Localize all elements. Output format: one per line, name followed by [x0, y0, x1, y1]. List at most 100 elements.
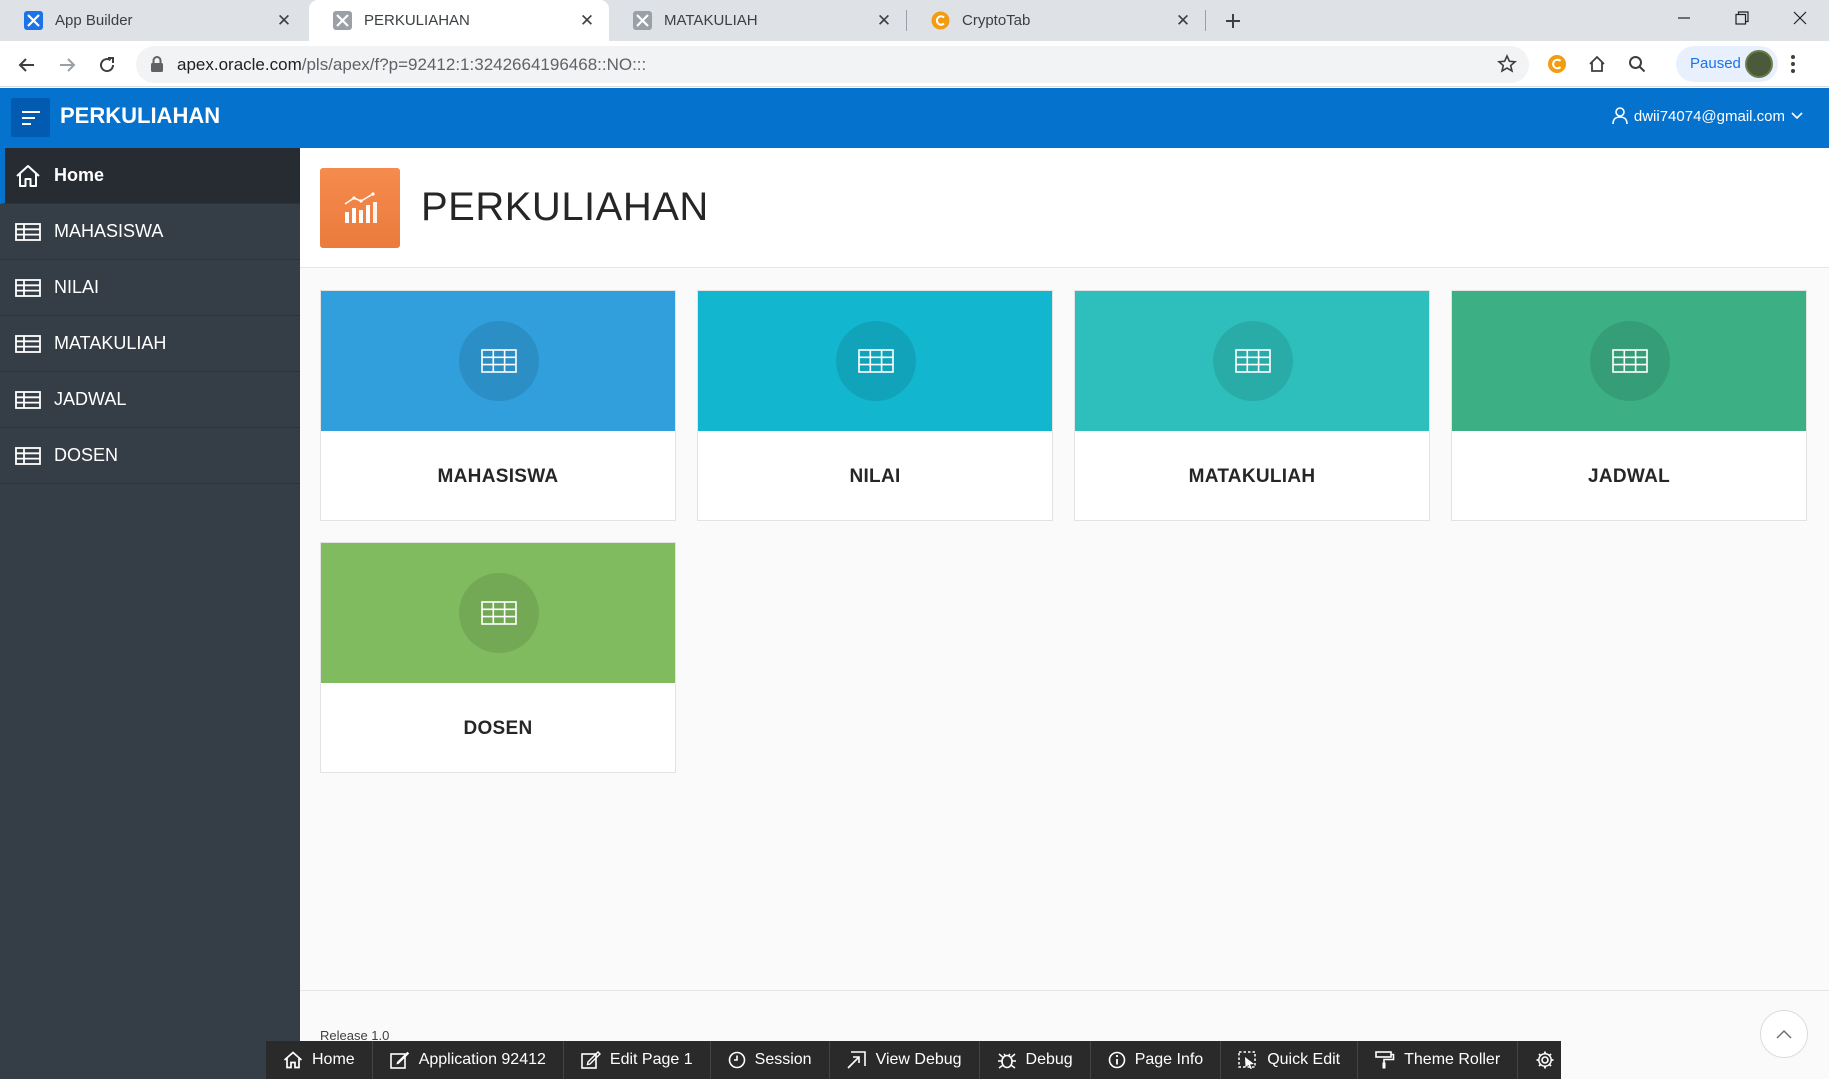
close-icon[interactable]: ✕	[575, 9, 599, 33]
close-icon	[1793, 11, 1807, 25]
app-title[interactable]: PERKULIAHAN	[60, 103, 220, 129]
sidebar-item-home[interactable]: Home	[0, 148, 300, 204]
card-nilai[interactable]: NILAI	[697, 290, 1053, 521]
url-path: /pls/apex/f?p=92412:1:3242664196468::NO:…	[301, 55, 647, 74]
scroll-to-top-button[interactable]	[1760, 1010, 1808, 1058]
bug-icon	[997, 1053, 1016, 1069]
close-icon[interactable]: ✕	[272, 9, 296, 33]
dev-label: Quick Edit	[1267, 1051, 1341, 1068]
card-matakuliah[interactable]: MATAKULIAH	[1074, 290, 1430, 521]
table-icon	[14, 389, 42, 411]
dev-label: View Debug	[875, 1051, 962, 1068]
chart-icon	[320, 168, 400, 248]
dev-quick-edit-button[interactable]: Quick Edit	[1221, 1041, 1359, 1079]
url-text: apex.oracle.com/pls/apex/f?p=92412:1:324…	[177, 55, 646, 75]
tab-label: App Builder	[55, 12, 133, 29]
dev-application-button[interactable]: Application 92412	[373, 1041, 564, 1079]
paint-roller-icon	[1375, 1051, 1395, 1069]
table-icon	[836, 321, 916, 401]
close-icon[interactable]: ✕	[1171, 9, 1195, 33]
sidebar-item-label: MATAKULIAH	[54, 333, 167, 353]
restore-button[interactable]	[1713, 0, 1771, 36]
minimize-button[interactable]	[1655, 0, 1713, 36]
sidebar-item-label: DOSEN	[54, 445, 119, 465]
edit-icon	[389, 1051, 409, 1069]
dev-label: Debug	[1025, 1051, 1073, 1068]
profile-button[interactable]: Paused	[1676, 46, 1778, 82]
card-dosen[interactable]: DOSEN	[320, 542, 676, 773]
browser-tab-matakuliah[interactable]: MATAKULIAH ✕	[609, 0, 906, 41]
dev-label: Application 92412	[418, 1051, 546, 1068]
dev-label: Theme Roller	[1404, 1051, 1501, 1068]
back-button[interactable]	[11, 49, 43, 81]
chevron-down-icon	[1791, 112, 1803, 120]
card-title: MAHASISWA	[437, 465, 559, 487]
table-icon	[459, 573, 539, 653]
arrow-right-icon	[60, 58, 76, 72]
dev-session-button[interactable]: Session	[711, 1041, 830, 1079]
close-icon[interactable]: ✕	[872, 9, 896, 33]
minimize-icon	[1678, 17, 1690, 19]
plus-icon	[1226, 14, 1240, 28]
gear-icon	[1536, 1051, 1554, 1069]
dev-home-button[interactable]: Home	[266, 1041, 373, 1079]
view-debug-icon	[846, 1051, 866, 1069]
page-hero: PERKULIAHAN	[300, 148, 1829, 268]
forward-button[interactable]	[51, 49, 83, 81]
browser-tab-strip: App Builder ✕ PERKULIAHAN ✕ MATAKULIAH ✕…	[0, 0, 1829, 41]
dev-view-debug-button[interactable]: View Debug	[830, 1041, 980, 1079]
home-icon	[283, 1051, 303, 1069]
restore-icon	[1735, 11, 1749, 25]
dev-edit-page-button[interactable]: Edit Page 1	[564, 1041, 711, 1079]
bookmark-star-icon[interactable]	[1497, 54, 1517, 79]
card-title: MATAKULIAH	[1188, 465, 1316, 487]
reload-icon	[100, 57, 115, 73]
address-bar[interactable]: apex.oracle.com/pls/apex/f?p=92412:1:324…	[136, 46, 1529, 83]
dev-debug-button[interactable]: Debug	[980, 1041, 1091, 1079]
page-title: PERKULIAHAN	[421, 185, 709, 229]
cryptotab-extension-icon[interactable]	[1545, 52, 1569, 76]
user-icon	[1612, 107, 1628, 125]
table-icon	[14, 333, 42, 355]
dev-label: Page Info	[1134, 1051, 1204, 1068]
browser-tab-perkuliahan[interactable]: PERKULIAHAN ✕	[309, 0, 609, 41]
sidebar-item-label: NILAI	[54, 277, 100, 297]
browser-menu-icon[interactable]	[1790, 54, 1796, 79]
dev-theme-roller-button[interactable]: Theme Roller	[1358, 1041, 1519, 1079]
tab-label: PERKULIAHAN	[364, 12, 470, 29]
sidebar-item-jadwal[interactable]: JADWAL	[0, 372, 300, 428]
table-icon	[459, 321, 539, 401]
apex-icon	[24, 11, 43, 30]
avatar	[1745, 50, 1773, 78]
tab-label: CryptoTab	[962, 12, 1031, 29]
sidebar-item-mahasiswa[interactable]: MAHASISWA	[0, 204, 300, 260]
info-icon	[1108, 1051, 1126, 1069]
dev-settings-button[interactable]	[1518, 1041, 1581, 1079]
card-jadwal[interactable]: JADWAL	[1451, 290, 1807, 521]
card-title: NILAI	[849, 465, 901, 487]
browser-tab-cryptotab[interactable]: CryptoTab ✕	[907, 0, 1205, 41]
window-close-button[interactable]	[1771, 0, 1829, 36]
search-icon[interactable]	[1625, 52, 1649, 76]
quick-edit-icon	[1238, 1051, 1256, 1069]
arrow-left-icon	[18, 58, 34, 72]
sidebar-item-matakuliah[interactable]: MATAKULIAH	[0, 316, 300, 372]
sidebar-item-label: MAHASISWA	[54, 221, 164, 241]
new-tab-button[interactable]	[1220, 8, 1246, 34]
sidebar-item-nilai[interactable]: NILAI	[0, 260, 300, 316]
card-title: DOSEN	[463, 717, 533, 739]
sidebar-item-dosen[interactable]: DOSEN	[0, 428, 300, 484]
card-mahasiswa[interactable]: MAHASISWA	[320, 290, 676, 521]
reload-button[interactable]	[91, 49, 123, 81]
browser-toolbar: apex.oracle.com/pls/apex/f?p=92412:1:324…	[0, 41, 1829, 87]
table-icon	[14, 445, 42, 467]
dev-label: Home	[312, 1051, 355, 1068]
url-host: apex.oracle.com	[177, 55, 302, 74]
dev-page-info-button[interactable]: Page Info	[1091, 1041, 1222, 1079]
nav-toggle-button[interactable]	[11, 98, 50, 137]
user-menu[interactable]: dwii74074@gmail.com	[1606, 107, 1809, 125]
main-content: PERKULIAHAN MAHASISWA NILAI MATAKULIAH J…	[300, 148, 1829, 1079]
home-icon[interactable]	[1585, 52, 1609, 76]
lock-icon	[150, 56, 164, 78]
browser-tab-app-builder[interactable]: App Builder ✕	[0, 0, 306, 41]
